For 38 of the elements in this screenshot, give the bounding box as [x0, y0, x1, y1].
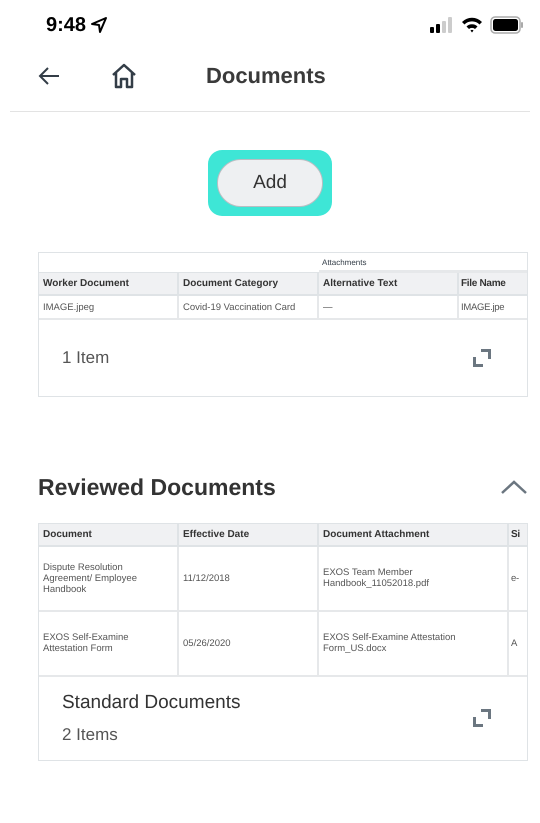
column-header[interactable]: Document [39, 524, 179, 544]
table-cell: 05/26/2020 [179, 612, 319, 674]
home-button[interactable] [110, 62, 138, 90]
column-header[interactable]: Document Category [179, 273, 319, 294]
column-header[interactable]: File Name [459, 273, 527, 294]
table-cell: EXOS Team Member Handbook_11052018.pdf [319, 546, 509, 610]
table-cell-text: e- [510, 572, 520, 586]
column-header[interactable]: Effective Date [179, 524, 319, 544]
add-button[interactable]: Add [217, 159, 323, 207]
chevron-up-icon [501, 480, 527, 494]
table-cell: Covid-19 Vaccination Card [179, 296, 319, 318]
table-cell-text: IMAGE.jpe [460, 300, 506, 314]
column-header[interactable]: Document Attachment [319, 524, 509, 544]
status-time: 9:48 [46, 13, 86, 38]
column-header[interactable]: Si [509, 524, 527, 544]
card-title: Standard Documents [62, 691, 240, 715]
location-arrow-icon [90, 16, 108, 34]
page-title: Documents [206, 62, 326, 90]
table-cell-text: A [510, 636, 518, 650]
expand-icon [471, 347, 493, 369]
table-cell: Dispute Resolution Agreement/ Employee Handbook [39, 546, 179, 610]
expand-button[interactable] [470, 706, 494, 730]
table-cell: EXOS Self-Examine Attestation Form [39, 612, 179, 674]
home-icon [110, 62, 138, 90]
expand-icon [471, 707, 493, 729]
column-header[interactable]: Alternative Text [319, 273, 459, 294]
table-cell: IMAGE.jpeg [39, 296, 179, 318]
table-cell: EXOS Self-Examine Attestation Form_US.docx [319, 612, 509, 674]
wifi-icon [461, 17, 483, 33]
section-title: Reviewed Documents [38, 473, 276, 502]
column-header[interactable]: Worker Document [39, 273, 179, 294]
table-cell: — [319, 296, 459, 318]
signal-icon [430, 17, 454, 33]
battery-icon [490, 16, 524, 34]
item-count: 2 Items [62, 724, 119, 746]
table-cell: 11/12/2018 [179, 546, 319, 610]
item-count: 1 Item [62, 347, 110, 370]
expand-button[interactable] [470, 346, 494, 370]
